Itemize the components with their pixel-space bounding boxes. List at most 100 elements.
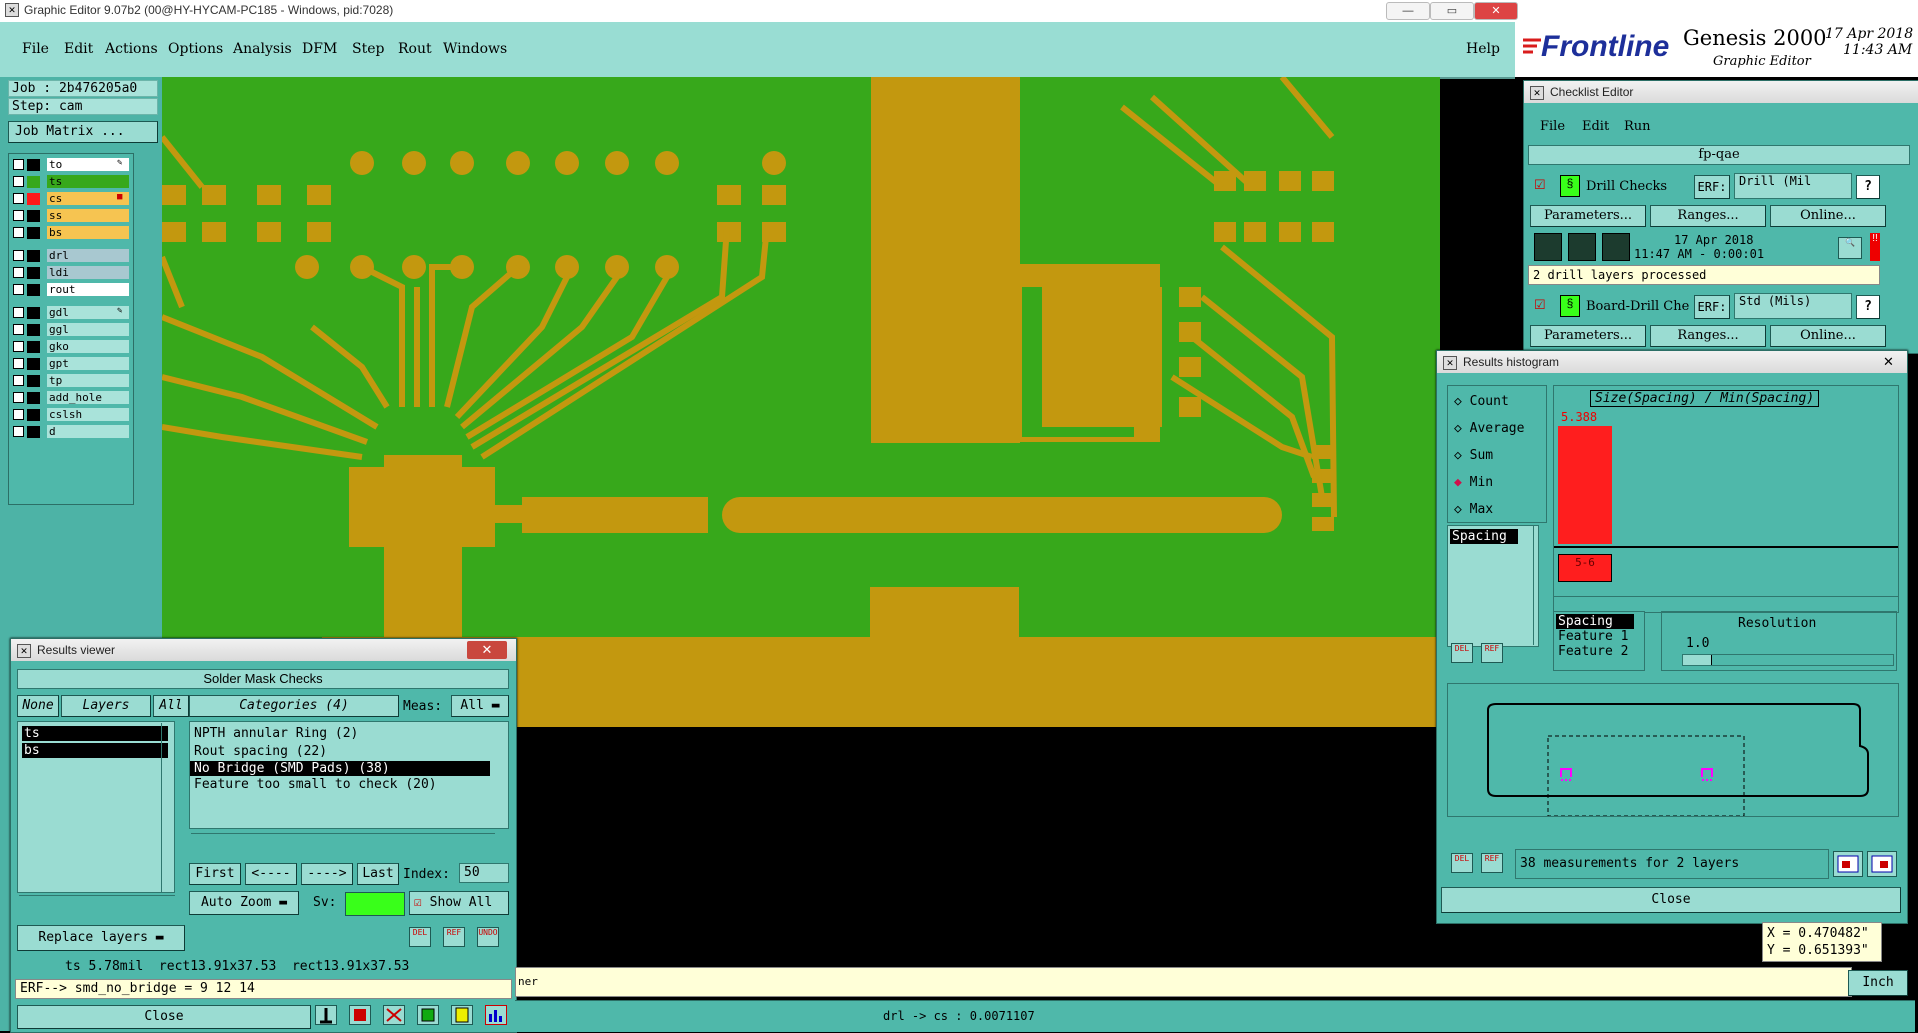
list-item[interactable]: bs xyxy=(22,743,168,758)
check-2-parameters-button[interactable]: Parameters... xyxy=(1530,325,1646,347)
layer-row-to[interactable]: to ✎ xyxy=(13,158,129,172)
layer-display-checkbox[interactable] xyxy=(13,409,24,420)
layer-color-swatch[interactable] xyxy=(27,284,40,296)
sv-color-dropdown[interactable] xyxy=(345,892,405,916)
layer-row-tp[interactable]: tp xyxy=(13,374,129,388)
layer-display-checkbox[interactable] xyxy=(13,267,24,278)
list-item[interactable]: ts xyxy=(22,726,168,741)
layer-name[interactable]: gpt xyxy=(47,357,129,370)
list-item[interactable]: Feature 2 xyxy=(1554,644,1644,659)
list-item-selected[interactable]: Spacing xyxy=(1556,614,1634,629)
layer-color-swatch[interactable] xyxy=(27,159,40,171)
checklist-menu-run[interactable]: Run xyxy=(1624,119,1651,134)
layer-row-bs[interactable]: bs xyxy=(13,226,129,240)
layer-results-list[interactable]: ts bs xyxy=(17,721,175,893)
menu-step[interactable]: Step xyxy=(352,41,384,57)
mode-max[interactable]: ◇ Max xyxy=(1454,502,1493,517)
check-2-checkbox[interactable]: ☑ xyxy=(1534,297,1546,313)
undo-icon[interactable]: UNDO xyxy=(477,927,499,947)
layer-color-swatch[interactable] xyxy=(27,210,40,222)
layer-display-checkbox[interactable] xyxy=(13,284,24,295)
feature-list[interactable]: Spacing Feature 1 Feature 2 xyxy=(1553,611,1645,671)
layer-row-cs[interactable]: cs ■ xyxy=(13,192,129,206)
layer-list-scrollbar[interactable] xyxy=(161,723,174,893)
meas-dropdown[interactable]: All ▬ xyxy=(451,695,509,717)
layer-display-checkbox[interactable] xyxy=(13,375,24,386)
units-dropdown[interactable]: Inch xyxy=(1848,970,1908,996)
layer-row-ldi[interactable]: ldi xyxy=(13,266,129,280)
layer-display-checkbox[interactable] xyxy=(13,159,24,170)
check-2-online-button[interactable]: Online... xyxy=(1770,325,1886,347)
layer-color-swatch[interactable] xyxy=(27,375,40,387)
layer-display-checkbox[interactable] xyxy=(13,358,24,369)
layer-name[interactable]: d xyxy=(47,425,129,438)
results-viewer-close-x[interactable]: ✕ xyxy=(467,641,507,659)
mode-average[interactable]: ◇ Average xyxy=(1454,421,1524,436)
menu-file[interactable]: File xyxy=(22,41,49,57)
layer-color-swatch[interactable] xyxy=(27,392,40,404)
layer-list-hscroll[interactable] xyxy=(19,895,175,906)
check-1-online-button[interactable]: Online... xyxy=(1770,205,1886,227)
categories-tab[interactable]: Categories (4) xyxy=(189,695,399,717)
layer-color-swatch[interactable] xyxy=(27,341,40,353)
layer-color-swatch[interactable] xyxy=(27,426,40,438)
job-matrix-button[interactable]: Job Matrix ... xyxy=(8,121,158,143)
histogram-close-x[interactable]: ✕ xyxy=(1883,354,1894,370)
layer-display-checkbox[interactable] xyxy=(13,426,24,437)
first-button[interactable]: First xyxy=(189,863,241,885)
layer-name[interactable]: rout xyxy=(47,283,129,296)
layers-tab[interactable]: Layers xyxy=(61,695,151,717)
histogram-del-icon[interactable]: DEL xyxy=(1451,643,1473,663)
layer-display-checkbox[interactable] xyxy=(13,176,24,187)
layer-name[interactable]: bs xyxy=(47,226,129,239)
list-item-selected[interactable]: No Bridge (SMD Pads) (38) xyxy=(190,761,490,776)
zoom-home-icon[interactable] xyxy=(1867,851,1897,877)
minimize-button[interactable]: — xyxy=(1386,2,1430,20)
layer-name[interactable]: tp xyxy=(47,374,129,387)
list-item[interactable]: Feature 1 xyxy=(1554,629,1644,644)
layer-name[interactable]: ss xyxy=(47,209,129,222)
menu-rout[interactable]: Rout xyxy=(398,41,432,57)
menu-windows[interactable]: Windows xyxy=(443,41,507,57)
ref-icon[interactable]: REF xyxy=(443,927,465,947)
layer-row-gko[interactable]: gko xyxy=(13,340,129,354)
layer-color-swatch[interactable] xyxy=(27,176,40,188)
index-input[interactable]: 50 xyxy=(459,863,509,883)
check-1-help-button[interactable]: ? xyxy=(1856,175,1880,199)
category-list-hscroll[interactable] xyxy=(191,833,495,844)
last-button[interactable]: Last xyxy=(357,863,399,885)
chart-hscroll[interactable] xyxy=(1554,596,1898,609)
layer-row-ggl[interactable]: ggl xyxy=(13,323,129,337)
checklist-menu-edit[interactable]: Edit xyxy=(1582,119,1609,134)
list-item-selected[interactable]: Spacing xyxy=(1450,529,1518,544)
close-window-button[interactable]: ✕ xyxy=(1474,2,1518,20)
layer-row-gpt[interactable]: gpt xyxy=(13,357,129,371)
layer-color-swatch[interactable] xyxy=(27,324,40,336)
menu-dfm[interactable]: DFM xyxy=(302,41,337,57)
layer-display-checkbox[interactable] xyxy=(13,193,24,204)
auto-zoom-dropdown[interactable]: Auto Zoom ▬ xyxy=(189,891,299,915)
list-item[interactable]: Feature too small to check (20) xyxy=(190,776,508,794)
spacing-list[interactable]: Spacing xyxy=(1447,525,1539,647)
menu-analysis[interactable]: Analysis xyxy=(233,41,292,57)
histogram-icon[interactable] xyxy=(485,1005,507,1025)
layer-display-checkbox[interactable] xyxy=(13,227,24,238)
list-item[interactable]: Rout spacing (22) xyxy=(190,743,508,761)
resolution-slider[interactable] xyxy=(1682,654,1894,666)
maximize-button[interactable]: ▭ xyxy=(1430,2,1474,20)
layer-row-ss[interactable]: ss xyxy=(13,209,129,223)
layer-display-checkbox[interactable] xyxy=(13,341,24,352)
histogram-chart[interactable]: Size(Spacing) / Min(Spacing) 5.388 5-6 xyxy=(1553,385,1899,613)
none-layers-button[interactable]: None xyxy=(17,695,59,717)
check-1-erf-input[interactable]: Drill (Mil xyxy=(1734,173,1852,199)
red-square-icon[interactable] xyxy=(349,1005,371,1025)
layer-name[interactable]: cslsh xyxy=(47,408,129,421)
run-icon[interactable] xyxy=(1534,233,1562,261)
check-2-ranges-button[interactable]: Ranges... xyxy=(1650,325,1766,347)
show-all-checkbox[interactable]: ☑ Show All xyxy=(409,891,509,915)
layer-display-checkbox[interactable] xyxy=(13,307,24,318)
layer-name[interactable]: ldi xyxy=(47,266,129,279)
layer-row-d[interactable]: d xyxy=(13,425,129,439)
all-layers-button[interactable]: All xyxy=(153,695,189,717)
zoom-to-result-icon[interactable] xyxy=(1833,851,1863,877)
